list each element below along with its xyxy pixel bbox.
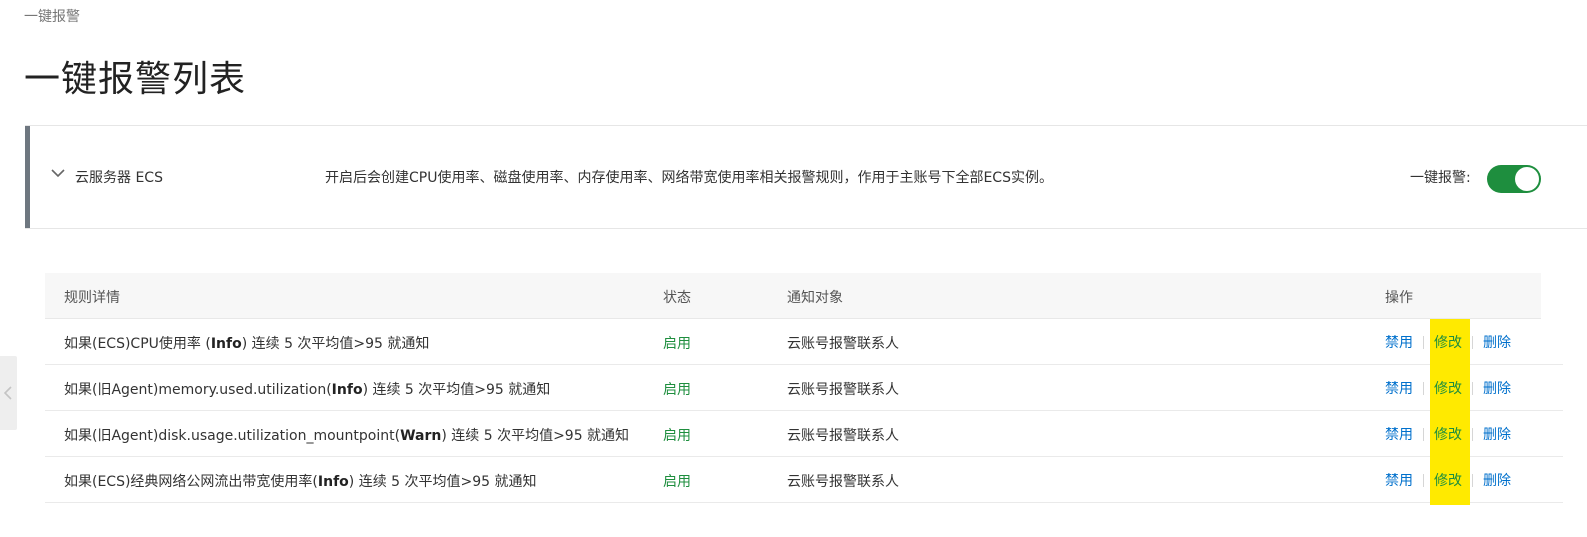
delete-link[interactable]: 删除 <box>1483 332 1511 352</box>
row-actions: 禁用 修改 删除 <box>1385 424 1511 444</box>
toggle-label: 一键报警: <box>1410 170 1471 186</box>
divider <box>1472 335 1473 349</box>
toggle-knob <box>1515 167 1539 191</box>
notify-target: 云账号报警联系人 <box>787 336 899 352</box>
table-row: 如果(ECS)CPU使用率 (Info) 连续 5 次平均值>95 就通知 启用… <box>45 319 1563 365</box>
status-text: 启用 <box>663 382 691 398</box>
status-text: 启用 <box>663 428 691 444</box>
notify-target: 云账号报警联系人 <box>787 474 899 490</box>
divider <box>1472 473 1473 487</box>
divider <box>1423 473 1424 487</box>
table-row: 如果(ECS)经典网络公网流出带宽使用率(Info) 连续 5 次平均值>95 … <box>45 457 1563 503</box>
table-row: 如果(旧Agent)memory.used.utilization(Info) … <box>45 365 1563 411</box>
notify-target: 云账号报警联系人 <box>787 428 899 444</box>
divider <box>1423 381 1424 395</box>
edit-link[interactable]: 修改 <box>1434 381 1462 397</box>
panel-service-name: 云服务器 ECS <box>75 170 163 186</box>
row-actions: 禁用 修改 删除 <box>1385 332 1511 352</box>
edit-link[interactable]: 修改 <box>1434 473 1462 489</box>
page-title: 一键报警列表 <box>24 59 247 100</box>
notify-target: 云账号报警联系人 <box>787 382 899 398</box>
edit-link[interactable]: 修改 <box>1434 335 1462 351</box>
chevron-left-icon <box>3 386 12 400</box>
rule-detail: 如果(旧Agent)memory.used.utilization(Info) … <box>64 382 551 398</box>
side-collapse-tab[interactable] <box>0 356 17 430</box>
header-rule: 规则详情 <box>64 290 120 306</box>
rule-detail: 如果(旧Agent)disk.usage.utilization_mountpo… <box>64 428 630 444</box>
breadcrumb[interactable]: 一键报警 <box>24 6 80 26</box>
one-click-alarm-toggle[interactable] <box>1487 165 1541 193</box>
panel-description: 开启后会创建CPU使用率、磁盘使用率、内存使用率、网络带宽使用率相关报警规则，作… <box>325 170 1053 186</box>
delete-link[interactable]: 删除 <box>1483 378 1511 398</box>
table-header: 规则详情 状态 通知对象 操作 <box>45 273 1541 319</box>
table-row: 如果(旧Agent)disk.usage.utilization_mountpo… <box>45 411 1563 457</box>
row-actions: 禁用 修改 删除 <box>1385 470 1511 490</box>
disable-link[interactable]: 禁用 <box>1385 332 1413 352</box>
rules-table: 规则详情 状态 通知对象 操作 如果(ECS)CPU使用率 (Info) 连续 … <box>45 273 1563 503</box>
divider <box>1472 427 1473 441</box>
header-target: 通知对象 <box>787 290 843 306</box>
header-ops: 操作 <box>1385 290 1413 306</box>
alert-panel-ecs: 云服务器 ECS 开启后会创建CPU使用率、磁盘使用率、内存使用率、网络带宽使用… <box>25 125 1587 229</box>
disable-link[interactable]: 禁用 <box>1385 378 1413 398</box>
panel-accent-bar <box>25 126 30 228</box>
rule-detail: 如果(ECS)经典网络公网流出带宽使用率(Info) 连续 5 次平均值>95 … <box>64 474 537 490</box>
divider <box>1423 427 1424 441</box>
rule-detail: 如果(ECS)CPU使用率 (Info) 连续 5 次平均值>95 就通知 <box>64 336 430 352</box>
delete-link[interactable]: 删除 <box>1483 470 1511 490</box>
row-actions: 禁用 修改 删除 <box>1385 378 1511 398</box>
status-text: 启用 <box>663 336 691 352</box>
delete-link[interactable]: 删除 <box>1483 424 1511 444</box>
header-status: 状态 <box>663 290 691 306</box>
divider <box>1472 381 1473 395</box>
disable-link[interactable]: 禁用 <box>1385 424 1413 444</box>
chevron-down-icon[interactable] <box>49 164 67 182</box>
status-text: 启用 <box>663 474 691 490</box>
edit-link[interactable]: 修改 <box>1434 427 1462 443</box>
divider <box>1423 335 1424 349</box>
disable-link[interactable]: 禁用 <box>1385 470 1413 490</box>
